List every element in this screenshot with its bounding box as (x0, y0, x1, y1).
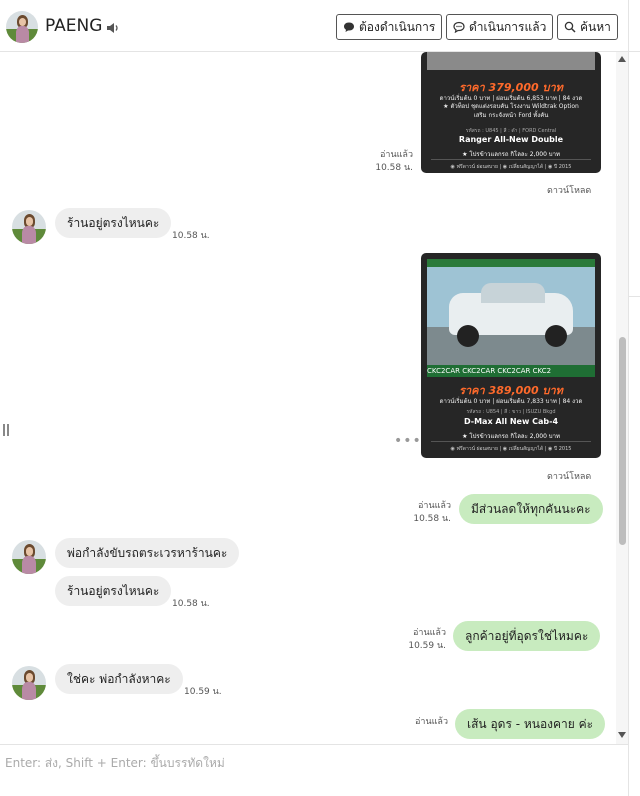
car-ad-image[interactable]: CKC2CAR CKC2CAR CKC2CAR CKC2 ราคา 389,00… (421, 253, 601, 458)
message-input[interactable] (0, 751, 620, 775)
brand-strip: CKC2CAR CKC2CAR CKC2CAR CKC2 (427, 365, 595, 377)
outgoing-message: เส้น อุดร - หนองคาย ค่ะ (455, 709, 606, 739)
car-spec: รหัสรถ : U854 | สี : ขาว | ISUZU Bkgd (466, 409, 556, 415)
speaker-icon[interactable] (106, 21, 120, 35)
avatar[interactable] (12, 666, 46, 700)
incoming-message: ร้านอยู่ตรงไหนคะ (55, 208, 172, 238)
read-status: อ่านแล้ว 10.58 น. (413, 501, 451, 524)
more-options-icon[interactable]: ••• (394, 434, 422, 448)
panel-border (628, 0, 629, 796)
divider (431, 441, 591, 442)
read-status: อ่านแล้ว 10.59 น. (408, 628, 446, 651)
outgoing-message: ลูกค้าอยู่ที่อุดรใช่ไหมคะ (453, 621, 601, 651)
message-time: 10.58 น. (172, 599, 210, 609)
speech-bubble-outline-icon (453, 21, 465, 33)
incoming-message: ใช่คะ พ่อกำลังหาคะ (55, 664, 183, 694)
scroll-down-icon[interactable] (618, 732, 626, 738)
avatar[interactable] (12, 210, 46, 244)
scrollbar-thumb[interactable] (619, 337, 626, 545)
car-finance: ดาวน์เริ่มต้น 0 บาท | ผ่อนเริ่มต้น 7,833… (439, 398, 583, 405)
todo-label: ต้องดำเนินการ (359, 19, 436, 34)
car-model: D-Max All New Cab-4 (463, 417, 559, 426)
done-label: ดำเนินการแล้ว (469, 19, 547, 34)
todo-button[interactable]: ต้องดำเนินการ (336, 14, 443, 40)
car-photo (427, 52, 595, 70)
car-option-1: ★ ตัวท็อป ชุดแต่งรอบคัน โรงงาน Wildtrak … (443, 103, 579, 110)
car-option-2: เสริม กระจังหน้า Ford ทั้งคัน (473, 112, 549, 119)
car-ad-image[interactable]: ราคา 379,000 บาท ดาวน์เริ่มต้น 0 บาท | ผ… (421, 52, 601, 173)
resize-handle-icon[interactable] (3, 424, 9, 436)
search-icon (564, 21, 576, 33)
car-promo: ★ โปรข้าวแลกรถ กิโลละ 2,000 บาท (462, 433, 560, 440)
search-label: ค้นหา (580, 19, 611, 34)
message-time: 10.59 น. (184, 687, 222, 697)
scroll-up-icon[interactable] (618, 56, 626, 62)
done-button[interactable]: ดำเนินการแล้ว (446, 14, 554, 40)
avatar[interactable] (12, 540, 46, 574)
read-status: อ่านแล้ว (415, 717, 448, 727)
message-time: 10.58 น. (172, 231, 210, 241)
car-photo: CKC2CAR CKC2CAR CKC2CAR CKC2 (427, 259, 595, 377)
download-link[interactable]: ดาวน์โหลด (547, 469, 591, 483)
car-spec: รหัสรถ : U845 | สี : ดำ | FORD Central (465, 128, 557, 134)
car-footer: ◉ ฟรีดาวน์ ผ่อนสบาย | ◉ เปลี่ยนสัญญาได้ … (450, 164, 572, 170)
avatar[interactable] (6, 11, 38, 43)
chat-window: PAENG ต้องดำเนินการ ดำเนินการแล้ว ค้นหา … (0, 0, 640, 796)
incoming-message: ร้านอยู่ตรงไหนคะ (55, 576, 172, 606)
download-link[interactable]: ดาวน์โหลด (547, 183, 591, 197)
read-status: อ่านแล้ว 10.58 น. (375, 150, 413, 173)
car-model: Ranger All-New Double (458, 135, 564, 144)
composer (0, 744, 628, 796)
contact-name: PAENG (45, 16, 103, 36)
search-button[interactable]: ค้นหา (557, 14, 618, 40)
car-promo: ★ โปรข้าวแลกรถ กิโลละ 2,000 บาท (462, 151, 560, 158)
speech-bubble-icon (344, 22, 354, 32)
chat-header: PAENG ต้องดำเนินการ ดำเนินการแล้ว ค้นหา (0, 0, 640, 52)
divider (431, 159, 591, 160)
incoming-message: พ่อกำลังขับรถตระเวรหาร้านคะ (55, 538, 240, 568)
panel-border (629, 296, 640, 297)
car-footer: ◉ ฟรีดาวน์ ผ่อนสบาย | ◉ เปลี่ยนสัญญาได้ … (450, 446, 572, 452)
outgoing-message: มีส่วนลดให้ทุกคันนะคะ (459, 494, 603, 524)
